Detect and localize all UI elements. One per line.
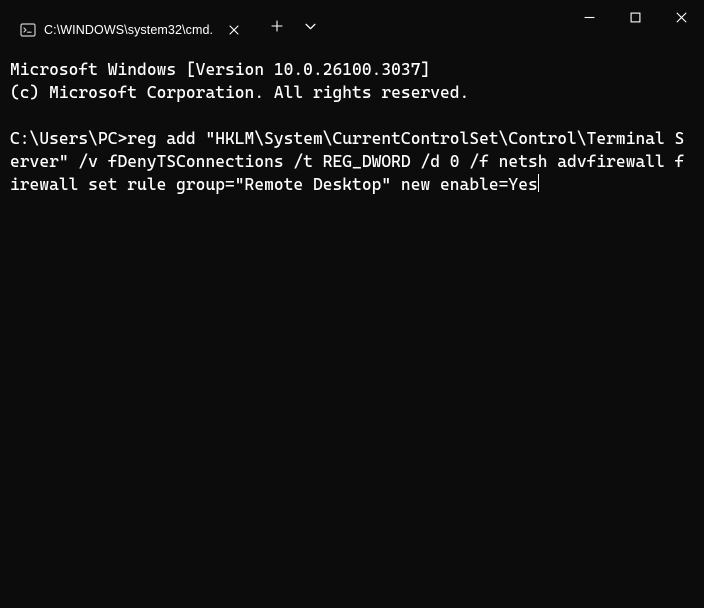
new-tab-button[interactable] bbox=[261, 10, 293, 42]
window-controls bbox=[566, 0, 704, 40]
titlebar: C:\WINDOWS\system32\cmd. bbox=[0, 0, 704, 48]
titlebar-drag-region[interactable] bbox=[325, 0, 566, 48]
window-close-button[interactable] bbox=[658, 0, 704, 34]
maximize-button[interactable] bbox=[612, 0, 658, 34]
tab-cmd[interactable]: C:\WINDOWS\system32\cmd. bbox=[8, 12, 253, 48]
terminal-prompt: C:\Users\PC> bbox=[10, 129, 127, 148]
cmd-icon bbox=[20, 22, 36, 38]
tab-dropdown-button[interactable] bbox=[295, 10, 325, 42]
minimize-button[interactable] bbox=[566, 0, 612, 34]
terminal-cursor bbox=[538, 174, 540, 192]
tab-close-button[interactable] bbox=[225, 21, 243, 39]
tab-strip: C:\WINDOWS\system32\cmd. bbox=[0, 0, 253, 48]
terminal-line: Microsoft Windows [Version 10.0.26100.30… bbox=[10, 60, 430, 79]
terminal-output[interactable]: Microsoft Windows [Version 10.0.26100.30… bbox=[0, 48, 704, 608]
tab-title: C:\WINDOWS\system32\cmd. bbox=[44, 23, 213, 37]
terminal-line: (c) Microsoft Corporation. All rights re… bbox=[10, 83, 469, 102]
